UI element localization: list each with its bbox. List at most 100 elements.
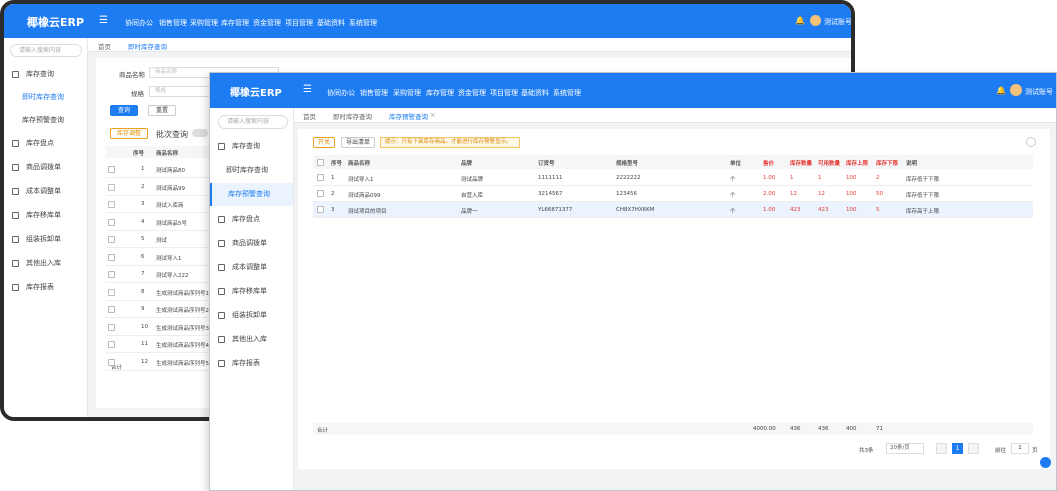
table-header-cell: 库存下限: [876, 161, 899, 167]
row-checkbox[interactable]: [108, 201, 115, 208]
row-checkbox[interactable]: [108, 236, 115, 243]
footer-value: 71: [876, 426, 883, 432]
page-size-select[interactable]: 20条/页: [886, 443, 924, 454]
row-checkbox[interactable]: [108, 271, 115, 278]
nav-item[interactable]: 系统管理: [349, 18, 377, 28]
row-checkbox[interactable]: [108, 166, 115, 173]
sidebar-item-stock-warning[interactable]: 库存预警查询: [4, 109, 87, 132]
user-name[interactable]: 测试账号: [824, 17, 851, 27]
row-product-name: 测试商品5号: [156, 220, 187, 227]
app-logo: 椰橡云ERP: [27, 16, 85, 29]
row-index: 1: [141, 166, 145, 172]
row-checkbox[interactable]: [108, 288, 115, 296]
nav-item[interactable]: 销售管理: [159, 18, 187, 28]
sidebar-item-report[interactable]: 库存报表: [210, 352, 293, 375]
menu-toggle-icon[interactable]: ☰: [303, 84, 312, 95]
nav-item[interactable]: 采购管理: [393, 88, 421, 98]
nav-item[interactable]: 基础资料: [521, 88, 549, 98]
nav-item[interactable]: 库存管理: [221, 18, 249, 28]
sidebar-item-move[interactable]: 库存移库单: [210, 280, 293, 303]
sidebar-item-stocktake[interactable]: 库存盘点: [4, 132, 87, 155]
sidebar-item-cost-adjust[interactable]: 成本调整单: [210, 256, 293, 279]
sidebar-item-inventory-query[interactable]: 库存查询: [210, 135, 293, 158]
reset-button[interactable]: 重置: [148, 105, 176, 116]
batch-toggle[interactable]: [192, 129, 208, 137]
nav-item[interactable]: 基础资料: [317, 18, 345, 28]
row-product-name: 测试: [156, 238, 168, 244]
sidebar-item-move[interactable]: 库存移库单: [4, 204, 87, 227]
table-header-cell: 库存数量: [790, 161, 813, 167]
sidebar-item-stock-warning[interactable]: 库存预警查询: [210, 183, 293, 206]
tab-realtime-stock[interactable]: 即时库存查询: [333, 111, 372, 121]
export-label: 导出清单: [345, 139, 370, 146]
nav-item[interactable]: 采购管理: [190, 18, 218, 28]
row-cell-qty: 423: [790, 207, 801, 213]
footer-value: 4000.00: [753, 426, 776, 432]
sidebar-item-transfer[interactable]: 商品调拨单: [210, 232, 293, 255]
sidebar-item-stocktake[interactable]: 库存盘点: [210, 208, 293, 231]
nav-item[interactable]: 资金管理: [458, 88, 486, 98]
export-button[interactable]: 导出清单: [341, 137, 375, 148]
sidebar-item-label: 组装拆卸单: [232, 311, 267, 319]
row-checkbox[interactable]: [108, 218, 115, 226]
sidebar-item-label: 库存移库单: [26, 211, 61, 219]
sidebar-item-realtime-stock[interactable]: 即时库存查询: [210, 159, 293, 182]
sidebar-item-cost-adjust[interactable]: 成本调整单: [4, 180, 87, 203]
next-page-button[interactable]: [968, 443, 979, 454]
nav-item[interactable]: 系统管理: [553, 88, 581, 98]
nav-item[interactable]: 项目管理: [490, 88, 518, 98]
sidebar-item-transfer[interactable]: 商品调拨单: [4, 156, 87, 179]
row-checkbox[interactable]: [317, 190, 324, 197]
row-checkbox[interactable]: [108, 183, 115, 191]
nav-item[interactable]: 销售管理: [360, 88, 388, 98]
row-checkbox[interactable]: [317, 206, 324, 213]
goto-page-input[interactable]: 1: [1011, 443, 1029, 454]
avatar[interactable]: [1010, 84, 1022, 96]
sidebar-item-assemble[interactable]: 组装拆卸单: [4, 228, 87, 251]
tab-stock-warning[interactable]: 库存预警查询: [389, 111, 428, 121]
sidebar-item-other-inout[interactable]: 其他出入库: [210, 328, 293, 351]
sidebar-item-assemble[interactable]: 组装拆卸单: [210, 304, 293, 327]
filter-button[interactable]: 开关: [313, 137, 335, 148]
nav-item[interactable]: 协同办公: [125, 18, 153, 28]
row-cell-n: 2: [331, 191, 335, 197]
sidebar-item-label: 其他出入库: [232, 335, 267, 343]
sidebar-search-input[interactable]: 请输入搜索内容: [10, 44, 82, 57]
row-checkbox[interactable]: [108, 323, 115, 331]
user-name[interactable]: 测试账号: [1025, 87, 1053, 97]
sidebar-item-label: 库存预警查询: [22, 116, 64, 124]
menu-toggle-icon[interactable]: ☰: [99, 15, 108, 26]
tab-home[interactable]: 首页: [303, 111, 316, 121]
inout-icon: [12, 260, 19, 267]
sidebar-item-other-inout[interactable]: 其他出入库: [4, 252, 87, 275]
bell-icon[interactable]: 🔔: [795, 16, 805, 25]
nav-item[interactable]: 资金管理: [253, 18, 281, 28]
page-1-button[interactable]: 1: [952, 443, 963, 454]
row-checkbox[interactable]: [317, 174, 324, 181]
stock-adjust-button[interactable]: 库存调整: [110, 128, 148, 139]
table-header-cell: 规格型号: [616, 161, 639, 167]
refresh-icon[interactable]: [1026, 137, 1036, 147]
query-button[interactable]: 查询: [110, 105, 138, 116]
row-product-name: 生成测试商品序列号2: [156, 308, 209, 314]
nav-item[interactable]: 库存管理: [426, 88, 454, 98]
sidebar-search-input[interactable]: 请输入搜索内容: [218, 115, 288, 129]
row-checkbox[interactable]: [108, 358, 115, 366]
tab-realtime-stock[interactable]: 即时库存查询: [128, 41, 167, 51]
nav-item[interactable]: 项目管理: [285, 18, 313, 28]
sidebar-item-report[interactable]: 库存报表: [4, 276, 87, 299]
nav-item[interactable]: 协同办公: [327, 88, 355, 98]
tab-close-icon[interactable]: ×: [430, 111, 435, 119]
row-checkbox[interactable]: [108, 306, 115, 313]
row-checkbox[interactable]: [108, 253, 115, 261]
prev-page-button[interactable]: [936, 443, 947, 454]
bell-icon[interactable]: 🔔: [996, 86, 1006, 95]
row-cell-model: 2222222: [616, 175, 641, 181]
floating-help-icon[interactable]: [1040, 457, 1051, 468]
sidebar-item-realtime-stock[interactable]: 即时库存查询: [4, 86, 87, 109]
sidebar-item-inventory-query[interactable]: 库存查询: [4, 63, 87, 86]
tab-home[interactable]: 首页: [98, 41, 111, 51]
row-checkbox[interactable]: [108, 341, 115, 348]
select-all-checkbox[interactable]: [317, 159, 324, 166]
avatar[interactable]: [810, 15, 821, 26]
